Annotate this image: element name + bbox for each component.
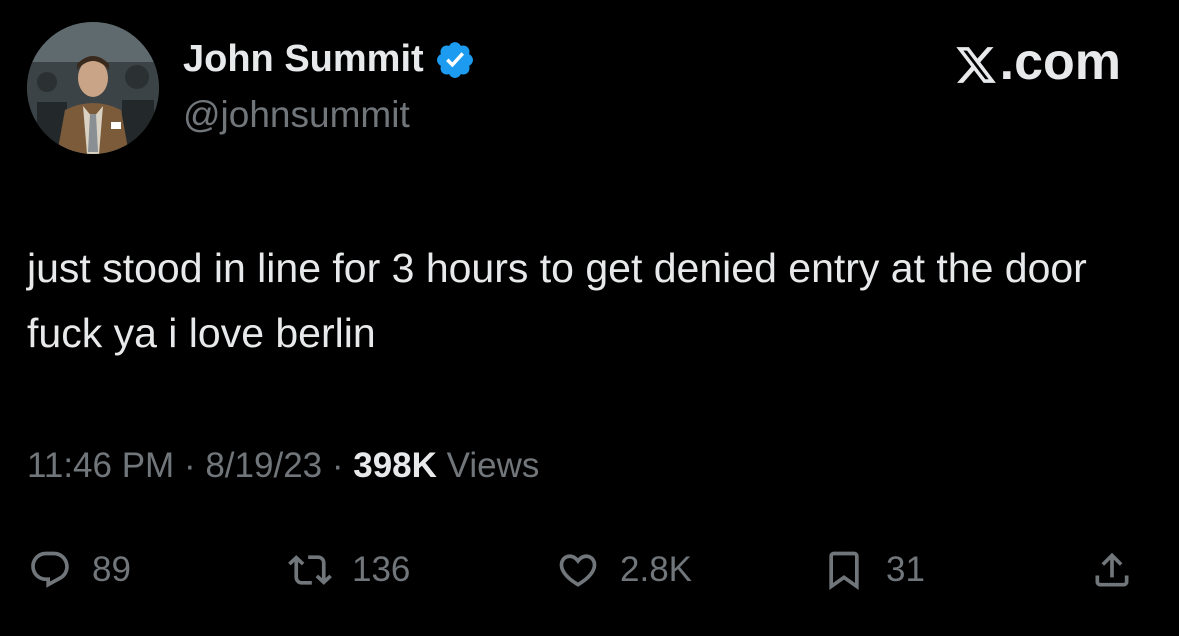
like-count: 2.8K bbox=[620, 550, 692, 589]
tweet-date[interactable]: 8/19/23 bbox=[205, 446, 322, 485]
share-button[interactable] bbox=[1090, 540, 1134, 600]
reply-count: 89 bbox=[92, 550, 131, 589]
verified-badge-icon bbox=[434, 39, 476, 81]
author-display-name[interactable]: John Summit bbox=[183, 38, 424, 81]
author-name-row[interactable]: John Summit bbox=[183, 38, 476, 81]
repost-count: 136 bbox=[352, 550, 411, 589]
avatar-image bbox=[27, 22, 159, 154]
x-logo-icon bbox=[954, 40, 998, 84]
meta-separator: · bbox=[183, 446, 206, 485]
views-label: Views bbox=[446, 446, 540, 485]
views-count: 398K bbox=[353, 446, 437, 485]
bookmark-count: 31 bbox=[886, 550, 925, 589]
heart-icon bbox=[559, 554, 597, 587]
reply-button[interactable]: 89 bbox=[28, 540, 131, 600]
repost-icon bbox=[288, 555, 332, 585]
share-icon bbox=[1095, 552, 1129, 587]
bookmark-icon bbox=[829, 551, 859, 591]
tweet-time[interactable]: 11:46 PM bbox=[27, 446, 174, 485]
bookmark-button[interactable]: 31 bbox=[822, 540, 925, 600]
x-com-watermark: .com bbox=[954, 32, 1121, 92]
meta-separator: · bbox=[331, 446, 354, 485]
tweet-meta: 11:46 PM · 8/19/23 · 398K Views bbox=[27, 446, 539, 486]
author-handle[interactable]: @johnsummit bbox=[183, 94, 410, 136]
avatar[interactable] bbox=[27, 22, 159, 154]
reply-icon bbox=[31, 551, 69, 588]
repost-button[interactable]: 136 bbox=[288, 540, 410, 600]
like-button[interactable]: 2.8K bbox=[556, 540, 692, 600]
x-com-label: .com bbox=[999, 33, 1121, 91]
tweet-text: just stood in line for 3 hours to get de… bbox=[27, 245, 1087, 356]
action-bar: 89 136 2.8K 31 bbox=[0, 540, 1179, 600]
